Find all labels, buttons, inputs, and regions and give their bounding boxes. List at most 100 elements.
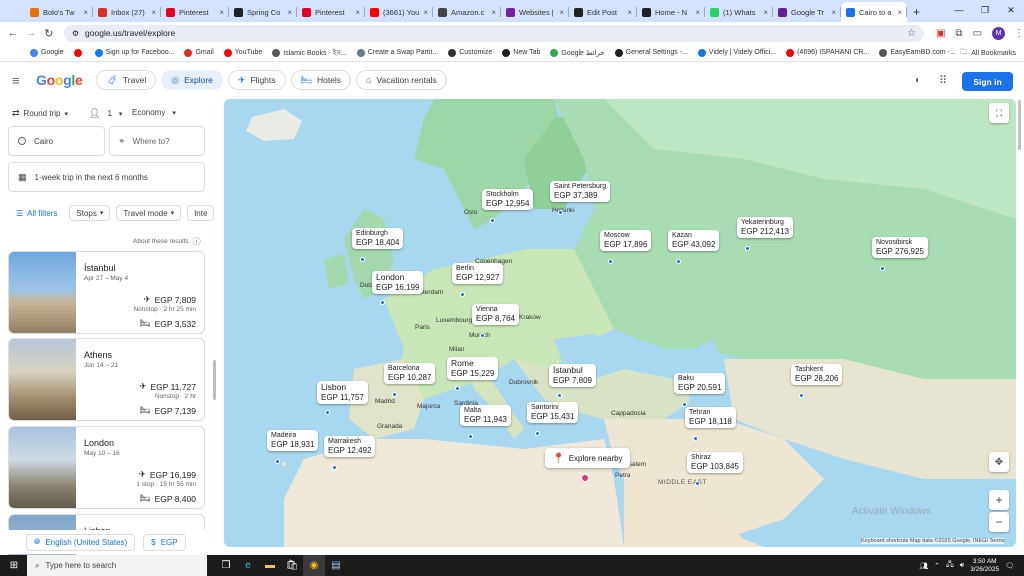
bookmark-item[interactable] <box>73 48 85 57</box>
apps-grid-icon[interactable]: ⠿ <box>939 74 947 87</box>
browser-tab[interactable]: Edit Post × <box>569 2 637 22</box>
nav-hotels[interactable]: 🛏︎ Hotels <box>290 70 352 90</box>
tab-close-icon[interactable]: × <box>355 8 360 17</box>
price-pin[interactable]: Baku EGP 20,591 <box>674 373 726 395</box>
language-button[interactable]: 🌐︎ English (United States) <box>26 533 136 551</box>
price-pin[interactable]: Rome EGP 15,229 <box>447 357 499 380</box>
bookmark-item[interactable]: Sign up for Faceboo... <box>94 48 174 57</box>
browser-menu-icon[interactable]: ⋮ <box>1014 28 1024 39</box>
result-card[interactable]: London May 10 – 16 ✈ EGP 16,199 1 stop · 15 … <box>8 426 205 509</box>
price-pin[interactable]: Vienna EGP 8,764 <box>472 304 519 326</box>
main-menu-icon[interactable]: ≡ <box>12 73 26 88</box>
minimize-icon[interactable]: — <box>946 5 972 15</box>
zoom-out-button[interactable]: − <box>989 512 1009 532</box>
price-pin[interactable]: London EGP 16,199 <box>372 271 424 294</box>
pegman-icon[interactable]: ✥ <box>989 452 1009 472</box>
bookmark-item[interactable]: Videly | Videly Offici... <box>697 48 776 57</box>
currency-button[interactable]: $ EGP <box>143 533 186 551</box>
trip-duration-field[interactable]: ▦ 1-week trip in the next 6 months <box>8 162 205 192</box>
price-pin[interactable]: Moscow EGP 17,896 <box>600 230 652 252</box>
tab-close-icon[interactable]: × <box>219 8 224 17</box>
browser-tab[interactable]: Pinterest × <box>297 2 365 22</box>
browser-tab[interactable]: Pinterest × <box>161 2 229 22</box>
browser-tab[interactable]: Bolo's Tw × <box>25 2 93 22</box>
origin-input[interactable]: Cairo <box>8 126 105 156</box>
destination-dot[interactable] <box>455 386 460 391</box>
destination-dot[interactable] <box>608 259 613 264</box>
price-pin[interactable]: Santorini EGP 15,431 <box>527 402 579 424</box>
url-bar[interactable]: ⚙ google.us/travel/explore ☆ <box>63 24 924 42</box>
nav-flights[interactable]: ✈ Flights <box>227 70 286 90</box>
browser-tab[interactable]: Websites | × <box>501 2 569 22</box>
nav-vacation-rentals[interactable]: ⌂ Vacation rentals <box>356 70 447 90</box>
price-pin[interactable]: İstanbul EGP 7,809 <box>549 364 596 387</box>
all-filters-button[interactable]: ☰ All filters <box>16 209 57 218</box>
bookmark-item[interactable]: Google خرائط <box>550 48 605 57</box>
tab-close-icon[interactable]: × <box>83 8 88 17</box>
browser-tab[interactable]: Spring Co × <box>229 2 297 22</box>
network-icon[interactable]: 🖧︎ <box>946 560 954 571</box>
trip-type-select[interactable]: ⇄ Round trip ▾ <box>12 108 68 119</box>
destination-dot[interactable] <box>332 465 337 470</box>
explore-nearby-button[interactable]: 📍︎ Explore nearby <box>545 448 630 468</box>
price-pin[interactable]: Yekaterinburg EGP 212,413 <box>737 217 793 239</box>
price-pin[interactable]: Marrakesh EGP 12,492 <box>324 436 376 458</box>
destination-dot[interactable] <box>490 218 495 223</box>
price-pin[interactable]: Saint Petersburg EGP 37,389 <box>550 181 611 203</box>
taskbar-clock[interactable]: 3:50 AM 3/26/2025 <box>970 558 999 574</box>
dark-mode-icon[interactable]: ◐ <box>915 75 921 86</box>
browser-tab[interactable]: Home - N × <box>637 2 705 22</box>
site-info-icon[interactable]: ⚙ <box>72 29 79 38</box>
profile-avatar[interactable]: M <box>992 26 1005 40</box>
tab-close-icon[interactable]: × <box>627 8 632 17</box>
all-bookmarks[interactable]: 🗀 All Bookmarks <box>960 48 1016 59</box>
sign-in-button[interactable]: Sign in <box>962 72 1013 91</box>
panel-scrollbar[interactable] <box>213 360 216 400</box>
tab-close-icon[interactable]: × <box>831 8 836 17</box>
price-pin[interactable]: Edinburgh EGP 18,404 <box>352 228 404 250</box>
back-icon[interactable]: ← <box>4 27 22 39</box>
destination-dot[interactable] <box>392 392 397 397</box>
bookmark-star-icon[interactable]: ☆ <box>907 28 916 39</box>
price-pin[interactable]: Barcelona EGP 10,287 <box>384 363 436 385</box>
browser-tab[interactable]: (1) Whats × <box>705 2 773 22</box>
destination-input[interactable]: ⌖ Where to? <box>109 126 205 156</box>
price-pin[interactable]: Novosibirsk EGP 276,925 <box>872 237 928 259</box>
bookmark-item[interactable]: General Settings -... <box>614 48 688 57</box>
nav-explore[interactable]: ◎ Explore <box>161 70 223 90</box>
destination-dot[interactable] <box>799 393 804 398</box>
about-results[interactable]: About these results ⓘ <box>133 236 201 247</box>
bookmark-item[interactable]: EasyEarnBD.com -... <box>879 48 956 57</box>
people-icon[interactable]: 👥︎ <box>919 562 928 570</box>
volume-icon[interactable]: 🔊︎ <box>960 562 964 570</box>
reload-icon[interactable]: ↻ <box>40 27 58 40</box>
bookmark-item[interactable]: New Tab <box>502 48 540 57</box>
destination-dot[interactable] <box>380 300 385 305</box>
travel-mode-filter[interactable]: Travel mode ▾ <box>116 205 182 221</box>
zoom-in-button[interactable]: + <box>989 490 1009 510</box>
destination-dot[interactable] <box>558 210 563 215</box>
destination-dot[interactable] <box>682 402 687 407</box>
destination-dot[interactable] <box>535 431 540 436</box>
price-pin[interactable]: Madeira EGP 18,931 <box>267 430 319 452</box>
browser-tab[interactable]: Cairo to a × <box>841 2 907 22</box>
forward-icon[interactable]: → <box>22 27 40 39</box>
notepad-icon[interactable]: ▤ <box>325 555 347 576</box>
browser-tab[interactable]: Amazon.c × <box>433 2 501 22</box>
destination-dot[interactable] <box>745 246 750 251</box>
extension-icon[interactable]: ▣ <box>936 28 945 39</box>
tab-close-icon[interactable]: × <box>559 8 564 17</box>
nav-travel[interactable]: 🧳︎ Travel <box>96 70 157 90</box>
fullscreen-icon[interactable]: ⛶ <box>989 103 1009 123</box>
bookmark-item[interactable]: (4696) ISPAHANI CR... <box>786 48 869 57</box>
tab-close-icon[interactable]: × <box>491 8 496 17</box>
bookmark-item[interactable]: YouTube <box>223 48 262 57</box>
result-card[interactable]: Athens Jun 14 – 21 ✈ EGP 11,727 Nonstop · 2 … <box>8 338 205 421</box>
store-icon[interactable]: 🛍︎ <box>281 555 303 576</box>
bookmark-item[interactable]: Create a Swap Partit... <box>356 48 438 57</box>
tab-close-icon[interactable]: × <box>897 8 902 17</box>
bookmark-item[interactable]: Gmail <box>184 48 214 57</box>
destination-dot[interactable] <box>360 257 365 262</box>
price-pin[interactable]: Malta EGP 11,943 <box>460 405 511 427</box>
price-pin[interactable]: Berlin EGP 12,927 <box>452 263 504 285</box>
